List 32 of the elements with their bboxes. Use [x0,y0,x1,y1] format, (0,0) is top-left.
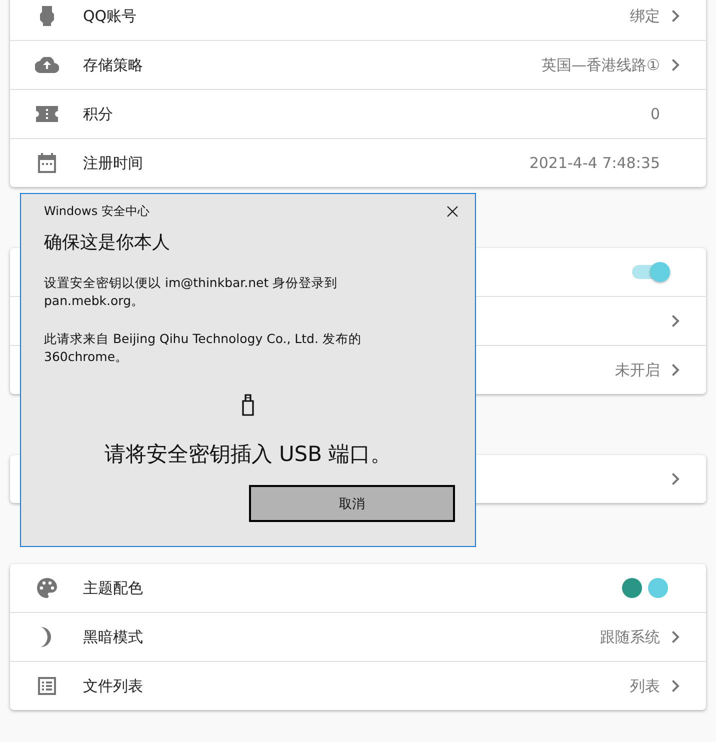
setting-value: 未开启 [615,360,660,380]
close-icon[interactable] [447,206,458,217]
dialog-message: 设置安全密钥以便以 im@thinkbar.net 身份登录到 pan.mebk.org。 [44,274,339,310]
setting-value: 英国—香港线路① [542,56,660,74]
setting-value: 0 [650,105,660,123]
setting-value: 跟随系统 [600,628,660,646]
ticket-icon [36,106,58,122]
setting-value: 列表 [630,676,660,696]
setting-label: 文件列表 [83,676,143,696]
setting-label: 主题配色 [83,578,143,598]
moon-icon [40,627,52,647]
calendar-icon [38,153,56,173]
setting-label: 积分 [83,104,113,124]
setting-label: 存储策略 [83,56,143,74]
color-swatch[interactable] [622,578,642,598]
dialog-message: 此请求来自 Beijing Qihu Technology Co., Ltd. 发布的 360chrome。 [44,330,362,366]
dialog-heading: 确保这是你本人 [43,231,171,254]
setting-value: 绑定 [630,6,660,26]
cloud-upload-icon [34,57,58,73]
dialog-title: Windows 安全中心 [44,203,150,220]
usb-key-icon [242,394,254,416]
palette-icon [36,578,56,598]
setting-label: 黑暗模式 [83,628,143,646]
setting-value: 2021-4-4 7:48:35 [529,154,660,172]
insert-key-prompt: 请将安全密钥插入 USB 端口。 [103,441,393,468]
setting-label: QQ账号 [83,6,137,26]
color-swatch[interactable] [648,578,668,598]
setting-label: 注册时间 [83,154,143,172]
list-icon [38,677,56,695]
cancel-button[interactable]: 取消 [249,485,455,522]
toggle-switch[interactable] [632,265,668,279]
plug-icon [40,6,54,26]
